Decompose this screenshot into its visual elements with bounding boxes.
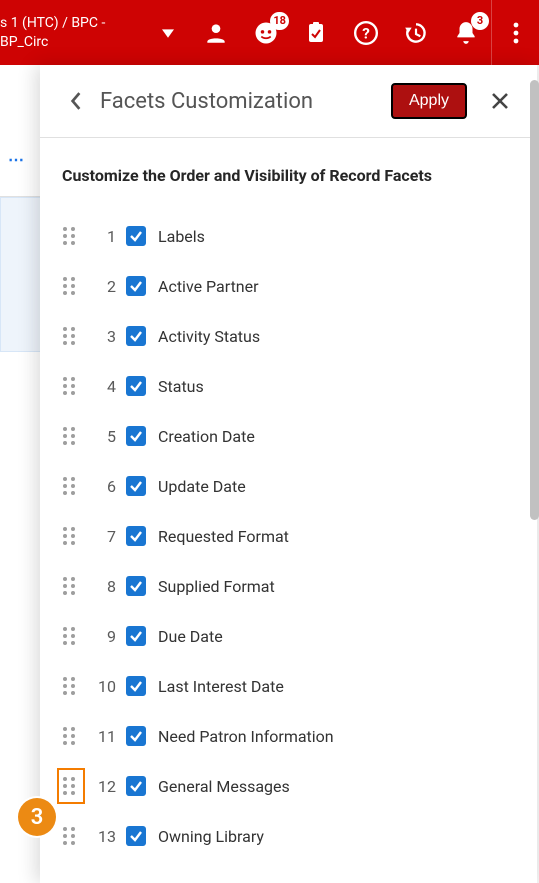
drag-handle-icon[interactable] [62,323,80,349]
clipboard-icon[interactable] [299,16,333,50]
facet-label: Creation Date [158,427,255,446]
facet-row: 3 Activity Status [62,311,515,361]
facet-index: 1 [90,227,116,246]
close-button[interactable] [485,86,515,116]
facet-index: 6 [90,477,116,496]
help-icon[interactable]: ? [349,16,383,50]
facet-row: 7 Requested Format [62,511,515,561]
facet-label: Due Date [158,627,223,646]
drag-handle-icon[interactable] [62,673,80,699]
facet-label: Supplied Format [158,577,275,596]
facet-checkbox[interactable] [126,276,146,296]
facet-row: 8 Supplied Format [62,561,515,611]
facet-label: General Messages [158,777,290,796]
scrollbar-thumb[interactable] [530,80,539,520]
drag-handle-icon[interactable] [62,623,80,649]
facet-row: 12 General Messages [62,761,515,811]
facet-row: 11 Need Patron Information [62,711,515,761]
facet-checkbox[interactable] [126,526,146,546]
drag-handle-icon[interactable] [62,823,80,849]
facet-label: Status [158,377,204,396]
facet-row: 1 Labels [62,211,515,261]
facet-row: 5 Creation Date [62,411,515,461]
history-icon[interactable] [399,16,433,50]
facet-row: 6 Update Date [62,461,515,511]
facet-label: Update Date [158,477,246,496]
drag-handle-icon[interactable] [62,223,80,249]
drag-handle-icon[interactable] [62,273,80,299]
annotation-callout: 3 [18,798,56,836]
facet-index: 11 [90,727,116,746]
facet-checkbox[interactable] [126,226,146,246]
drag-handle-icon[interactable] [62,573,80,599]
facet-checkbox[interactable] [126,326,146,346]
context-title-line2: BP_Circ [0,33,145,51]
facet-index: 9 [90,627,116,646]
facet-index: 8 [90,577,116,596]
facet-index: 3 [90,327,116,346]
drag-handle-icon[interactable] [62,423,80,449]
facet-checkbox[interactable] [126,376,146,396]
notifications-icon[interactable]: 3 [449,16,483,50]
facet-label: Labels [158,227,205,246]
facet-label: Requested Format [158,527,289,546]
facet-index: 2 [90,277,116,296]
facet-label: Need Patron Information [158,727,334,746]
facet-label: Owning Library [158,827,264,846]
appbar-actions: 18 ? 3 [199,0,491,65]
context-title: s 1 (HTC) / BPC - BP_Circ [0,14,145,50]
facets-panel: Facets Customization Apply Customize the… [40,65,537,883]
facet-index: 13 [90,827,116,846]
drag-handle-icon[interactable] [62,523,80,549]
drag-handle-icon[interactable] [62,473,80,499]
drag-handle-icon[interactable] [62,773,80,799]
facet-checkbox[interactable] [126,826,146,846]
facet-index: 12 [90,777,116,796]
notifications-badge: 3 [471,12,489,30]
tasks-badge: 18 [270,12,289,30]
facet-index: 10 [90,677,116,696]
facet-row: 10 Last Interest Date [62,661,515,711]
facet-row: 13 Owning Library [62,811,515,861]
facet-checkbox[interactable] [126,626,146,646]
facet-checkbox[interactable] [126,426,146,446]
facet-index: 7 [90,527,116,546]
facet-index: 4 [90,377,116,396]
app-bar: s 1 (HTC) / BPC - BP_Circ 18 ? [0,0,539,65]
user-icon[interactable] [199,16,233,50]
back-button[interactable] [62,87,90,115]
facet-index: 5 [90,427,116,446]
svg-text:?: ? [362,24,370,42]
context-dropdown[interactable] [151,16,185,50]
facet-checkbox[interactable] [126,676,146,696]
facet-label: Activity Status [158,327,260,346]
tasks-icon[interactable]: 18 [249,16,283,50]
apply-button[interactable]: Apply [391,83,467,119]
facet-label: Active Partner [158,277,259,296]
drag-handle-icon[interactable] [62,723,80,749]
facet-checkbox[interactable] [126,476,146,496]
facet-label: Last Interest Date [158,677,284,696]
background-ellipsis-icon[interactable]: ⋯ [8,150,26,169]
app-root: s 1 (HTC) / BPC - BP_Circ 18 ? [0,0,539,883]
facet-checkbox[interactable] [126,576,146,596]
panel-body: Customize the Order and Visibility of Re… [40,138,537,883]
context-title-line1: s 1 (HTC) / BPC - [0,14,145,32]
drag-handle-icon[interactable] [62,373,80,399]
background-selected-row [0,197,40,352]
overflow-menu[interactable] [491,0,539,65]
facet-row: 2 Active Partner [62,261,515,311]
facet-checkbox[interactable] [126,726,146,746]
background-column [0,65,40,883]
facet-list: 1 Labels 2 Active Partner 3 Activity Status 4 S… [62,211,515,861]
panel-instruction: Customize the Order and Visibility of Re… [62,166,515,185]
facet-row: 9 Due Date [62,611,515,661]
facet-row: 4 Status [62,361,515,411]
panel-header: Facets Customization Apply [40,65,537,138]
facet-checkbox[interactable] [126,776,146,796]
panel-title: Facets Customization [100,89,391,114]
